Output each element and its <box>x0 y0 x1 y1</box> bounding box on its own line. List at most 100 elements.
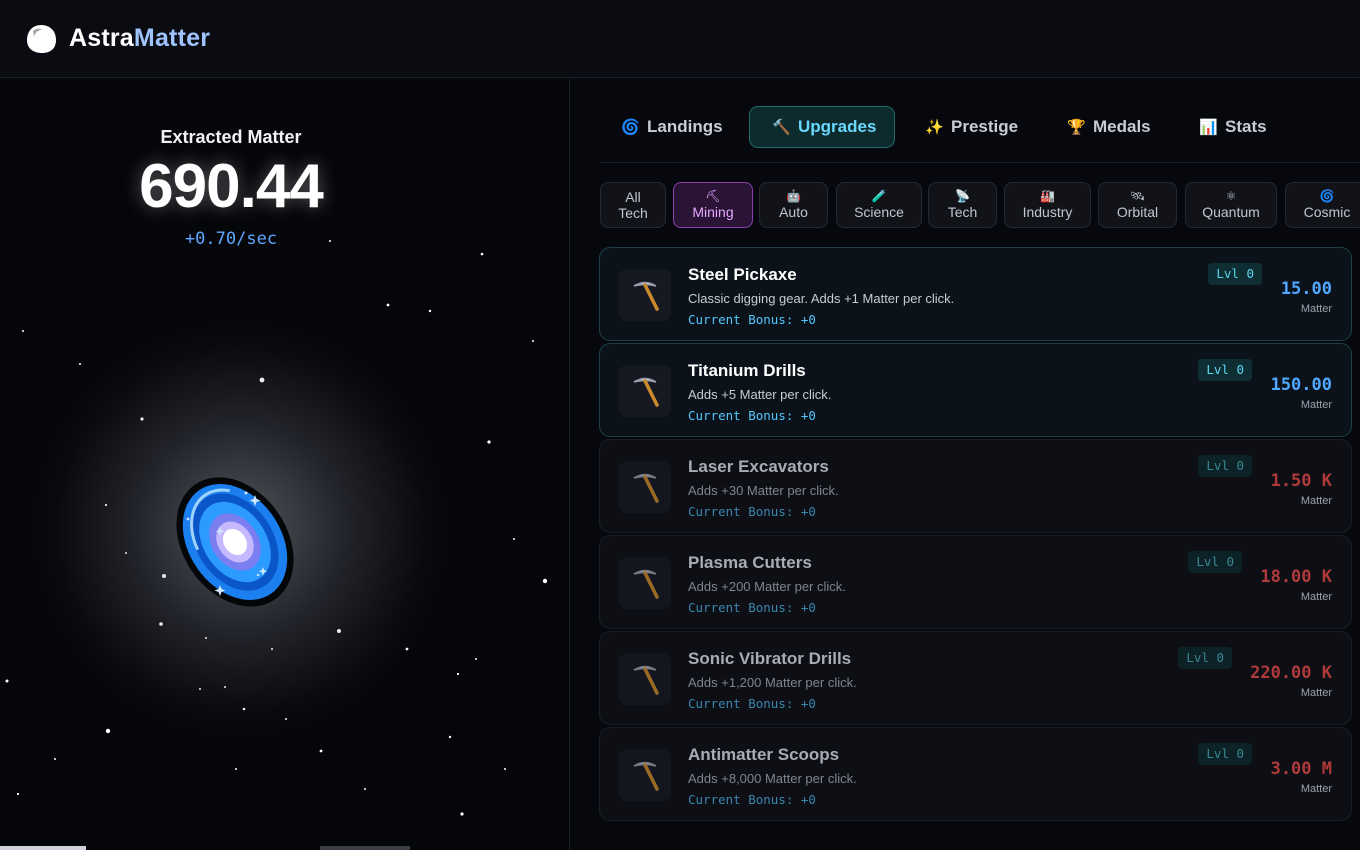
upgrade-description: Adds +8,000 Matter per click. <box>688 771 857 786</box>
upgrade-cost: 18.00 K <box>1260 567 1332 587</box>
category-all-tech[interactable]: All Tech <box>600 182 666 228</box>
upgrade-name: Sonic Vibrator Drills <box>688 649 852 668</box>
upgrade-cost: 150.00 <box>1270 375 1332 395</box>
category-quantum[interactable]: ⚛ Quantum <box>1185 182 1277 228</box>
upgrade-name: Laser Excavators <box>688 457 829 476</box>
category-label: Cosmic <box>1303 204 1351 220</box>
extracted-matter-label: Extracted Matter <box>160 127 302 147</box>
tab-landings[interactable]: 🌀 Landings <box>599 106 741 148</box>
bar-chart-icon: 📊 <box>1199 119 1218 136</box>
upgrade-card-steel-pickaxe[interactable]: Steel Pickaxe Classic digging gear. Adds… <box>599 247 1352 341</box>
upgrade-current-bonus: Current Bonus: +0 <box>688 504 816 519</box>
upgrade-card-antimatter-scoops[interactable]: Antimatter Scoops Adds +8,000 Matter per… <box>599 727 1352 821</box>
brand-part-1: Astra <box>69 24 134 52</box>
upgrade-name: Antimatter Scoops <box>688 745 840 764</box>
upgrade-name: Plasma Cutters <box>688 553 812 572</box>
upgrade-cost-unit: Matter <box>1300 687 1332 699</box>
upgrade-current-bonus: Current Bonus: +0 <box>688 312 816 327</box>
sparkles-icon: ✨ <box>925 119 944 136</box>
category-filter-bar: All Tech ⛏ Mining 🤖 Auto 🧪 Science 📡 Tec… <box>599 182 1360 230</box>
upgrade-cost: 220.00 K <box>1250 663 1332 683</box>
upgrade-cost-unit: Matter <box>1300 303 1332 315</box>
tab-label: Prestige <box>951 117 1019 136</box>
category-label: Orbital <box>1116 204 1159 220</box>
category-science[interactable]: 🧪 Science <box>836 182 922 228</box>
tab-medals[interactable]: 🏆 Medals <box>1045 106 1171 148</box>
upgrade-level-badge: Lvl 0 <box>1198 743 1252 765</box>
upgrade-card-titanium-drills[interactable]: Titanium Drills Adds +5 Matter per click… <box>599 343 1352 437</box>
upgrade-current-bonus: Current Bonus: +0 <box>688 792 816 807</box>
pickaxe-icon <box>633 569 659 599</box>
category-label: Tech <box>947 204 978 220</box>
upgrade-card-sonic-vibrator-drills[interactable]: Sonic Vibrator Drills Adds +1,200 Matter… <box>599 631 1352 725</box>
upgrade-description: Adds +200 Matter per click. <box>688 579 846 594</box>
category-orbital[interactable]: 🛰 Orbital <box>1098 182 1177 228</box>
category-label: Mining <box>692 204 734 220</box>
category-industry[interactable]: 🏭 Industry <box>1004 182 1091 228</box>
pickaxe-icon <box>633 281 659 311</box>
main-tabs: 🌀 Landings 🔨 Upgrades ✨ Prestige 🏆 Medal… <box>599 105 1360 163</box>
pickaxe-icon <box>633 761 659 791</box>
app-logo-icon <box>24 22 58 56</box>
category-label: Auto <box>779 204 808 220</box>
upgrade-cost: 1.50 K <box>1270 471 1332 491</box>
tab-label: Medals <box>1093 117 1151 136</box>
upgrade-current-bonus: Current Bonus: +0 <box>688 696 816 711</box>
tab-upgrades[interactable]: 🔨 Upgrades <box>749 106 895 148</box>
shop-panel: 🌀 Landings 🔨 Upgrades ✨ Prestige 🏆 Medal… <box>571 79 1360 850</box>
upgrade-cost: 15.00 <box>1280 279 1332 299</box>
test-tube-icon: 🧪 <box>871 189 887 203</box>
app-root: AstraMatter Extracted Matter 690.44 +0.7 <box>0 0 1360 850</box>
brand-part-2: Matter <box>133 24 211 52</box>
satellite-dish-icon: 📡 <box>955 189 970 203</box>
clicker-panel: Extracted Matter 690.44 +0.70/sec <box>0 79 570 850</box>
factory-icon: 🏭 <box>1040 189 1055 203</box>
galaxy-icon <box>176 477 294 607</box>
upgrade-level-badge: Lvl 0 <box>1178 647 1232 669</box>
category-cosmic[interactable]: 🌀 Cosmic <box>1285 182 1360 228</box>
upgrade-name: Titanium Drills <box>688 361 806 380</box>
tab-label: Landings <box>647 117 723 136</box>
upgrade-icon-box <box>619 461 671 513</box>
tab-label: Upgrades <box>798 117 877 136</box>
pickaxe-icon <box>633 665 659 695</box>
category-label: Industry <box>1022 204 1073 220</box>
category-tech[interactable]: 📡 Tech <box>928 182 997 228</box>
upgrade-cost: 3.00 M <box>1270 759 1332 779</box>
upgrade-icon-box <box>619 557 671 609</box>
atom-icon: ⚛ <box>1225 189 1237 203</box>
clickable-galaxy-button[interactable] <box>160 467 310 617</box>
bottom-scrollbar-thumb <box>0 846 86 850</box>
category-label: Quantum <box>1202 204 1260 220</box>
upgrade-icon-box <box>619 269 671 321</box>
pickaxe-icon <box>633 377 659 407</box>
bottom-scrollbar-segment <box>320 846 410 850</box>
upgrade-icon-box <box>619 365 671 417</box>
upgrade-current-bonus: Current Bonus: +0 <box>688 600 816 615</box>
trophy-icon: 🏆 <box>1067 119 1086 136</box>
upgrade-cost-unit: Matter <box>1300 591 1332 603</box>
pickaxe-icon <box>633 473 659 503</box>
extracted-matter-value: 690.44 <box>139 152 324 221</box>
upgrade-cost-unit: Matter <box>1300 783 1332 795</box>
upgrade-level-badge: Lvl 0 <box>1198 359 1252 381</box>
tab-prestige[interactable]: ✨ Prestige <box>903 106 1043 148</box>
galaxy-icon: 🌀 <box>1319 189 1335 203</box>
category-auto[interactable]: 🤖 Auto <box>759 182 828 228</box>
upgrade-icon-box <box>619 653 671 705</box>
category-label-line1: All <box>625 189 641 205</box>
upgrade-description: Adds +1,200 Matter per click. <box>688 675 857 690</box>
upgrade-level-badge: Lvl 0 <box>1188 551 1242 573</box>
upgrade-cost-unit: Matter <box>1300 399 1332 411</box>
robot-icon: 🤖 <box>786 189 801 203</box>
tab-label: Stats <box>1225 117 1267 136</box>
upgrade-icon-box <box>619 749 671 801</box>
upgrade-card-plasma-cutters[interactable]: Plasma Cutters Adds +200 Matter per clic… <box>599 535 1352 629</box>
tab-stats[interactable]: 📊 Stats <box>1177 106 1297 148</box>
upgrade-description: Classic digging gear. Adds +1 Matter per… <box>688 291 955 306</box>
category-mining[interactable]: ⛏ Mining <box>673 182 753 228</box>
upgrade-card-laser-excavators[interactable]: Laser Excavators Adds +30 Matter per cli… <box>599 439 1352 533</box>
top-header: AstraMatter <box>0 0 1360 78</box>
upgrade-level-badge: Lvl 0 <box>1208 263 1262 285</box>
upgrade-description: Adds +5 Matter per click. <box>688 387 832 402</box>
